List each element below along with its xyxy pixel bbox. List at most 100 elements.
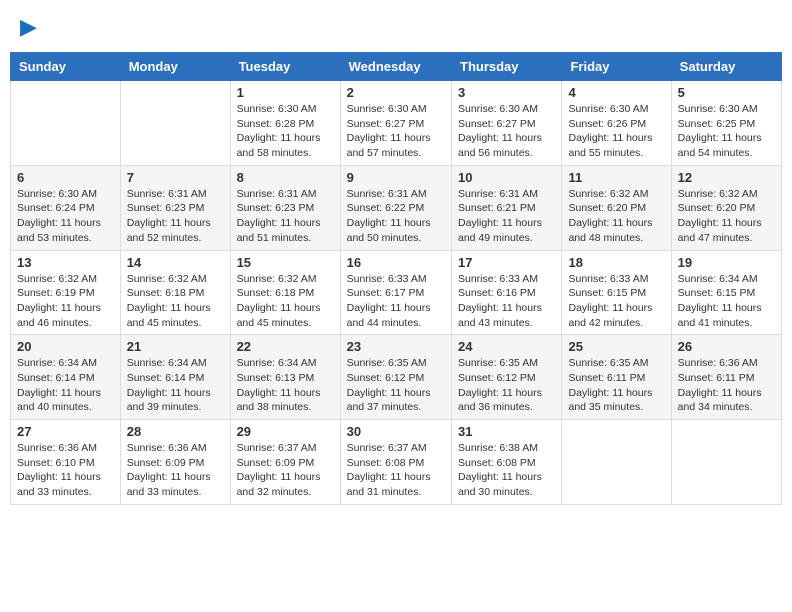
day-info-text: Sunrise: 6:35 AM Sunset: 6:12 PM Dayligh… xyxy=(458,356,555,415)
calendar-cell: 25 Sunrise: 6:35 AM Sunset: 6:11 PM Dayli… xyxy=(562,335,671,420)
day-number: 11 xyxy=(568,170,664,185)
calendar-cell xyxy=(11,81,121,166)
day-number: 25 xyxy=(568,339,664,354)
calendar-cell: 27 Sunrise: 6:36 AM Sunset: 6:10 PM Dayli… xyxy=(11,420,121,505)
day-number: 17 xyxy=(458,255,555,270)
day-info-text: Sunrise: 6:34 AM Sunset: 6:14 PM Dayligh… xyxy=(17,356,114,415)
calendar-cell: 8 Sunrise: 6:31 AM Sunset: 6:23 PM Daylig… xyxy=(230,165,340,250)
day-of-week-header: Tuesday xyxy=(230,53,340,81)
day-info-text: Sunrise: 6:37 AM Sunset: 6:08 PM Dayligh… xyxy=(347,441,445,500)
calendar-cell: 1 Sunrise: 6:30 AM Sunset: 6:28 PM Daylig… xyxy=(230,81,340,166)
calendar-cell: 17 Sunrise: 6:33 AM Sunset: 6:16 PM Dayli… xyxy=(452,250,562,335)
calendar-header-row: SundayMondayTuesdayWednesdayThursdayFrid… xyxy=(11,53,782,81)
day-number: 8 xyxy=(237,170,334,185)
day-number: 1 xyxy=(237,85,334,100)
logo-bird-icon: ▶ xyxy=(20,14,37,40)
calendar-cell: 24 Sunrise: 6:35 AM Sunset: 6:12 PM Dayli… xyxy=(452,335,562,420)
calendar-cell: 9Sunrise: 6:31 AM Sunset: 6:22 PM Daylig… xyxy=(340,165,451,250)
day-number: 24 xyxy=(458,339,555,354)
calendar-cell: 19Sunrise: 6:34 AM Sunset: 6:15 PM Dayli… xyxy=(671,250,781,335)
day-number: 22 xyxy=(237,339,334,354)
calendar-cell: 31 Sunrise: 6:38 AM Sunset: 6:08 PM Dayli… xyxy=(452,420,562,505)
day-info-text: Sunrise: 6:33 AM Sunset: 6:16 PM Dayligh… xyxy=(458,272,555,331)
day-info-text: Sunrise: 6:31 AM Sunset: 6:21 PM Dayligh… xyxy=(458,187,555,246)
calendar-cell: 21 Sunrise: 6:34 AM Sunset: 6:14 PM Dayli… xyxy=(120,335,230,420)
calendar-cell: 20 Sunrise: 6:34 AM Sunset: 6:14 PM Dayli… xyxy=(11,335,121,420)
day-of-week-header: Friday xyxy=(562,53,671,81)
day-number: 19 xyxy=(678,255,775,270)
calendar-cell: 26Sunrise: 6:36 AM Sunset: 6:11 PM Dayli… xyxy=(671,335,781,420)
day-number: 12 xyxy=(678,170,775,185)
day-info-text: Sunrise: 6:30 AM Sunset: 6:24 PM Dayligh… xyxy=(17,187,114,246)
day-of-week-header: Monday xyxy=(120,53,230,81)
day-info-text: Sunrise: 6:32 AM Sunset: 6:18 PM Dayligh… xyxy=(237,272,334,331)
calendar-cell: 4 Sunrise: 6:30 AM Sunset: 6:26 PM Daylig… xyxy=(562,81,671,166)
day-number: 18 xyxy=(568,255,664,270)
calendar-cell: 5 Sunrise: 6:30 AM Sunset: 6:25 PM Daylig… xyxy=(671,81,781,166)
calendar-cell: 3 Sunrise: 6:30 AM Sunset: 6:27 PM Daylig… xyxy=(452,81,562,166)
calendar-cell: 30 Sunrise: 6:37 AM Sunset: 6:08 PM Dayli… xyxy=(340,420,451,505)
day-of-week-header: Sunday xyxy=(11,53,121,81)
calendar-cell: 6 Sunrise: 6:30 AM Sunset: 6:24 PM Daylig… xyxy=(11,165,121,250)
calendar-cell: 11Sunrise: 6:32 AM Sunset: 6:20 PM Dayli… xyxy=(562,165,671,250)
calendar-cell: 14 Sunrise: 6:32 AM Sunset: 6:18 PM Dayli… xyxy=(120,250,230,335)
day-info-text: Sunrise: 6:30 AM Sunset: 6:28 PM Dayligh… xyxy=(237,102,334,161)
day-info-text: Sunrise: 6:34 AM Sunset: 6:13 PM Dayligh… xyxy=(237,356,334,415)
calendar-cell: 28 Sunrise: 6:36 AM Sunset: 6:09 PM Dayli… xyxy=(120,420,230,505)
day-number: 20 xyxy=(17,339,114,354)
day-info-text: Sunrise: 6:31 AM Sunset: 6:23 PM Dayligh… xyxy=(237,187,334,246)
day-number: 28 xyxy=(127,424,224,439)
calendar-cell: 10 Sunrise: 6:31 AM Sunset: 6:21 PM Dayli… xyxy=(452,165,562,250)
day-of-week-header: Thursday xyxy=(452,53,562,81)
calendar-week-row: 1 Sunrise: 6:30 AM Sunset: 6:28 PM Daylig… xyxy=(11,81,782,166)
day-number: 26 xyxy=(678,339,775,354)
day-info-text: Sunrise: 6:38 AM Sunset: 6:08 PM Dayligh… xyxy=(458,441,555,500)
calendar-cell: 18 Sunrise: 6:33 AM Sunset: 6:15 PM Dayli… xyxy=(562,250,671,335)
day-info-text: Sunrise: 6:32 AM Sunset: 6:18 PM Dayligh… xyxy=(127,272,224,331)
day-info-text: Sunrise: 6:31 AM Sunset: 6:22 PM Dayligh… xyxy=(347,187,445,246)
calendar-cell: 16 Sunrise: 6:33 AM Sunset: 6:17 PM Dayli… xyxy=(340,250,451,335)
calendar-cell: 15Sunrise: 6:32 AM Sunset: 6:18 PM Dayli… xyxy=(230,250,340,335)
calendar-cell xyxy=(562,420,671,505)
logo: ▶ xyxy=(18,14,37,40)
day-number: 16 xyxy=(347,255,445,270)
day-info-text: Sunrise: 6:33 AM Sunset: 6:17 PM Dayligh… xyxy=(347,272,445,331)
day-info-text: Sunrise: 6:35 AM Sunset: 6:12 PM Dayligh… xyxy=(347,356,445,415)
day-of-week-header: Saturday xyxy=(671,53,781,81)
calendar-week-row: 13Sunrise: 6:32 AM Sunset: 6:19 PM Dayli… xyxy=(11,250,782,335)
day-number: 5 xyxy=(678,85,775,100)
day-number: 29 xyxy=(237,424,334,439)
day-info-text: Sunrise: 6:30 AM Sunset: 6:27 PM Dayligh… xyxy=(347,102,445,161)
day-info-text: Sunrise: 6:36 AM Sunset: 6:10 PM Dayligh… xyxy=(17,441,114,500)
calendar-week-row: 6 Sunrise: 6:30 AM Sunset: 6:24 PM Daylig… xyxy=(11,165,782,250)
day-number: 30 xyxy=(347,424,445,439)
calendar-week-row: 20 Sunrise: 6:34 AM Sunset: 6:14 PM Dayli… xyxy=(11,335,782,420)
calendar-table: SundayMondayTuesdayWednesdayThursdayFrid… xyxy=(10,52,782,505)
calendar-cell: 23Sunrise: 6:35 AM Sunset: 6:12 PM Dayli… xyxy=(340,335,451,420)
day-info-text: Sunrise: 6:32 AM Sunset: 6:20 PM Dayligh… xyxy=(678,187,775,246)
page-header: ▶ xyxy=(10,10,782,44)
day-number: 3 xyxy=(458,85,555,100)
day-number: 4 xyxy=(568,85,664,100)
calendar-cell: 13Sunrise: 6:32 AM Sunset: 6:19 PM Dayli… xyxy=(11,250,121,335)
day-number: 14 xyxy=(127,255,224,270)
day-number: 27 xyxy=(17,424,114,439)
day-info-text: Sunrise: 6:30 AM Sunset: 6:27 PM Dayligh… xyxy=(458,102,555,161)
day-number: 2 xyxy=(347,85,445,100)
day-number: 31 xyxy=(458,424,555,439)
day-info-text: Sunrise: 6:30 AM Sunset: 6:25 PM Dayligh… xyxy=(678,102,775,161)
day-info-text: Sunrise: 6:32 AM Sunset: 6:19 PM Dayligh… xyxy=(17,272,114,331)
day-info-text: Sunrise: 6:30 AM Sunset: 6:26 PM Dayligh… xyxy=(568,102,664,161)
day-number: 10 xyxy=(458,170,555,185)
day-info-text: Sunrise: 6:35 AM Sunset: 6:11 PM Dayligh… xyxy=(568,356,664,415)
day-info-text: Sunrise: 6:36 AM Sunset: 6:09 PM Dayligh… xyxy=(127,441,224,500)
day-info-text: Sunrise: 6:37 AM Sunset: 6:09 PM Dayligh… xyxy=(237,441,334,500)
calendar-week-row: 27 Sunrise: 6:36 AM Sunset: 6:10 PM Dayli… xyxy=(11,420,782,505)
day-info-text: Sunrise: 6:33 AM Sunset: 6:15 PM Dayligh… xyxy=(568,272,664,331)
day-number: 21 xyxy=(127,339,224,354)
calendar-cell xyxy=(671,420,781,505)
day-number: 6 xyxy=(17,170,114,185)
calendar-cell: 12 Sunrise: 6:32 AM Sunset: 6:20 PM Dayli… xyxy=(671,165,781,250)
calendar-cell xyxy=(120,81,230,166)
day-info-text: Sunrise: 6:34 AM Sunset: 6:14 PM Dayligh… xyxy=(127,356,224,415)
